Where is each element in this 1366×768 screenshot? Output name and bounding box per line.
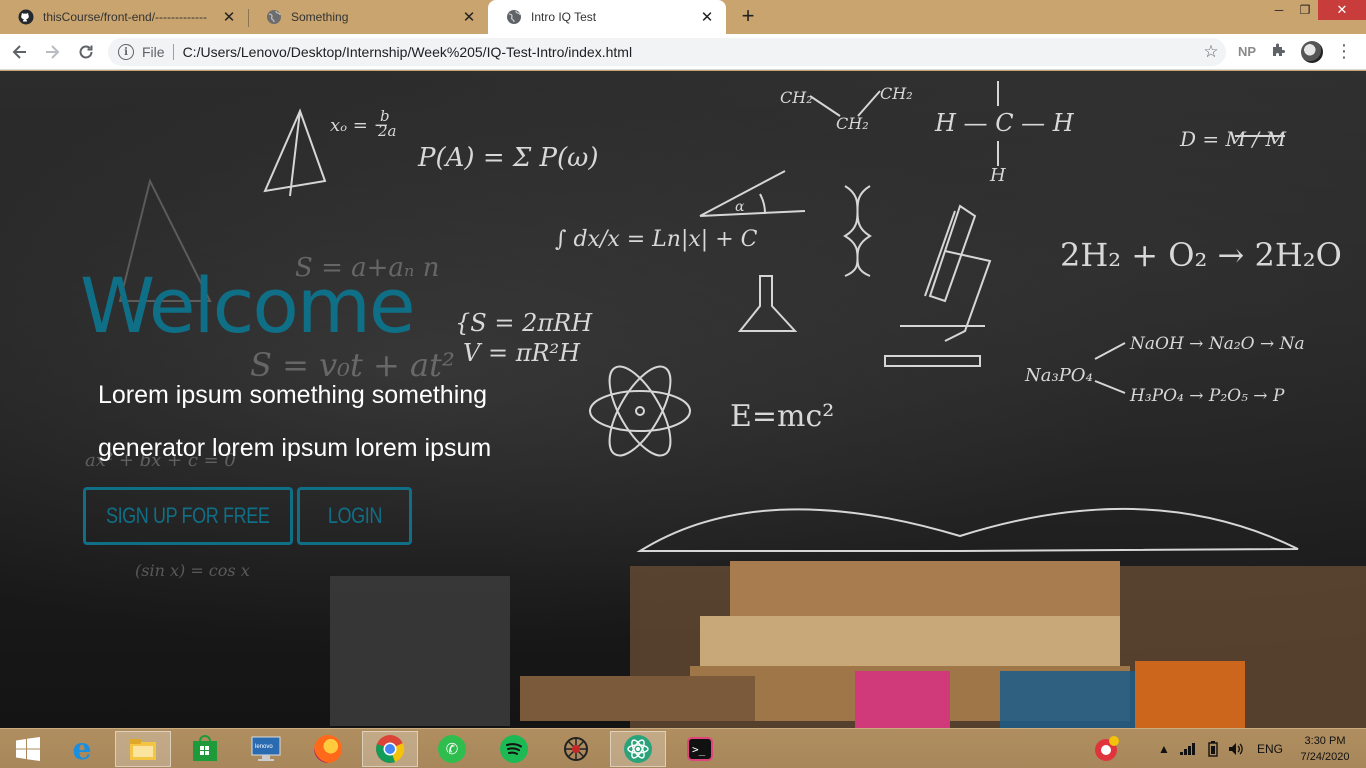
close-tab-icon[interactable]: ✕ — [220, 8, 238, 26]
svg-text:α: α — [735, 199, 745, 215]
restore-window-icon[interactable]: ❐ — [1292, 0, 1318, 20]
language-indicator[interactable]: ENG — [1257, 729, 1283, 768]
svg-text:2a: 2a — [377, 122, 397, 140]
network-signal-icon[interactable] — [1180, 729, 1196, 768]
svg-text:NaOH → Na₂O → Na: NaOH → Na₂O → Na — [1129, 334, 1305, 354]
profile-avatar[interactable] — [1301, 41, 1323, 63]
spotify-icon[interactable] — [486, 731, 542, 767]
svg-text:H — C — H: H — C — H — [934, 109, 1075, 137]
file-explorer-icon[interactable] — [115, 731, 171, 767]
close-tab-icon[interactable]: ✕ — [460, 8, 478, 26]
extensions-puzzle-icon[interactable] — [1270, 42, 1288, 60]
browser-toolbar: i File C:/Users/Lenovo/Desktop/Internshi… — [0, 34, 1366, 70]
windows-start-icon[interactable] — [0, 731, 56, 767]
svg-text:CH₂: CH₂ — [880, 84, 913, 103]
bookmark-star-icon[interactable]: ☆ — [1196, 42, 1226, 62]
tab-title: thisCourse/front-end/------------- — [43, 10, 208, 24]
windows-taskbar: e lenovo ✆ >_ ▲ ENG 3:30 PM 7/24/2020 — [0, 728, 1366, 768]
signup-button[interactable]: SIGN UP FOR FREE — [83, 487, 293, 545]
whatsapp-icon[interactable]: ✆ — [424, 731, 480, 767]
tab-strip: thisCourse/front-end/------------- ✕ Som… — [0, 0, 1366, 34]
atom-icon[interactable] — [610, 731, 666, 767]
system-clock[interactable]: 3:30 PM 7/24/2020 — [1290, 733, 1360, 765]
new-tab-button[interactable]: + — [736, 5, 760, 29]
svg-text:H: H — [989, 165, 1006, 186]
terminal-icon[interactable]: >_ — [672, 731, 728, 767]
chrome-icon[interactable] — [362, 731, 418, 767]
github-icon — [18, 9, 34, 25]
signup-button-label: SIGN UP FOR FREE — [106, 503, 270, 528]
svg-text:>_: >_ — [692, 743, 706, 756]
close-tab-icon[interactable]: ✕ — [698, 8, 716, 26]
windows-store-icon[interactable] — [177, 731, 233, 767]
volume-icon[interactable] — [1228, 729, 1244, 768]
clock-time: 3:30 PM — [1304, 735, 1346, 747]
address-bar[interactable]: i File C:/Users/Lenovo/Desktop/Internshi… — [108, 38, 1226, 66]
login-button-label: LOGIN — [327, 503, 382, 528]
tab-title: Intro IQ Test — [531, 10, 597, 24]
spider-app-icon[interactable] — [548, 731, 604, 767]
hero-section: xₒ = − b 2a P(A) = Σ P(ω) ∫ dx/x = Ln|x|… — [0, 71, 1366, 728]
battery-icon[interactable] — [1208, 729, 1218, 768]
svg-text:CH₂: CH₂ — [836, 114, 869, 133]
login-button[interactable]: LOGIN — [297, 487, 412, 545]
svg-text:H₃PO₄ → P₂O₅ → P: H₃PO₄ → P₂O₅ → P — [1129, 386, 1285, 406]
more-menu-icon[interactable]: ⋮ — [1334, 41, 1354, 63]
svg-text:Na₃PO₄: Na₃PO₄ — [1024, 365, 1093, 386]
globe-icon — [266, 9, 282, 25]
firefox-icon[interactable] — [300, 731, 356, 767]
close-window-icon[interactable]: ✕ — [1318, 0, 1366, 20]
svg-text:(sin x) = cos x: (sin x) = cos x — [135, 561, 250, 580]
tab-intro-iq-test[interactable]: Intro IQ Test ✕ — [488, 0, 726, 34]
notification-app-icon[interactable] — [1092, 729, 1122, 768]
svg-text:P(A) = Σ P(ω): P(A) = Σ P(ω) — [417, 143, 599, 173]
svg-text:D = M / M: D = M / M — [1179, 127, 1286, 151]
hero-tagline: Lorem ipsum something something generato… — [98, 381, 492, 462]
svg-text:{S = 2πRH: {S = 2πRH — [455, 309, 593, 337]
minimize-window-icon[interactable]: ─ — [1266, 0, 1292, 20]
welcome-heading: Welcome — [80, 261, 416, 350]
svg-text:lenovo: lenovo — [255, 744, 273, 750]
extension-np[interactable]: NP — [1238, 44, 1256, 59]
svg-text:E=mc²: E=mc² — [730, 399, 834, 434]
svg-text:∫ dx/x = Ln|x| + C: ∫ dx/x = Ln|x| + C — [555, 227, 758, 252]
clock-date: 7/24/2020 — [1300, 751, 1350, 763]
internet-explorer-icon[interactable]: e — [54, 731, 110, 767]
url-scheme: File — [142, 44, 174, 60]
info-icon[interactable]: i — [118, 44, 134, 60]
tab-github[interactable]: thisCourse/front-end/------------- ✕ — [0, 0, 248, 34]
show-hidden-icons[interactable]: ▲ — [1158, 729, 1170, 768]
svg-text:2H₂ + O₂ → 2H₂O: 2H₂ + O₂ → 2H₂O — [1060, 236, 1342, 274]
forward-icon[interactable] — [40, 40, 64, 64]
svg-text:CH₂: CH₂ — [780, 88, 813, 107]
lenovo-computer-icon[interactable]: lenovo — [238, 731, 294, 767]
globe-icon — [506, 9, 522, 25]
back-icon[interactable] — [8, 40, 32, 64]
url-text[interactable]: C:/Users/Lenovo/Desktop/Internship/Week%… — [183, 44, 1196, 60]
svg-text:V = πR²H: V = πR²H — [463, 339, 581, 367]
reload-icon[interactable] — [74, 40, 98, 64]
tab-something[interactable]: Something ✕ — [248, 0, 488, 34]
tab-title: Something — [291, 10, 349, 24]
